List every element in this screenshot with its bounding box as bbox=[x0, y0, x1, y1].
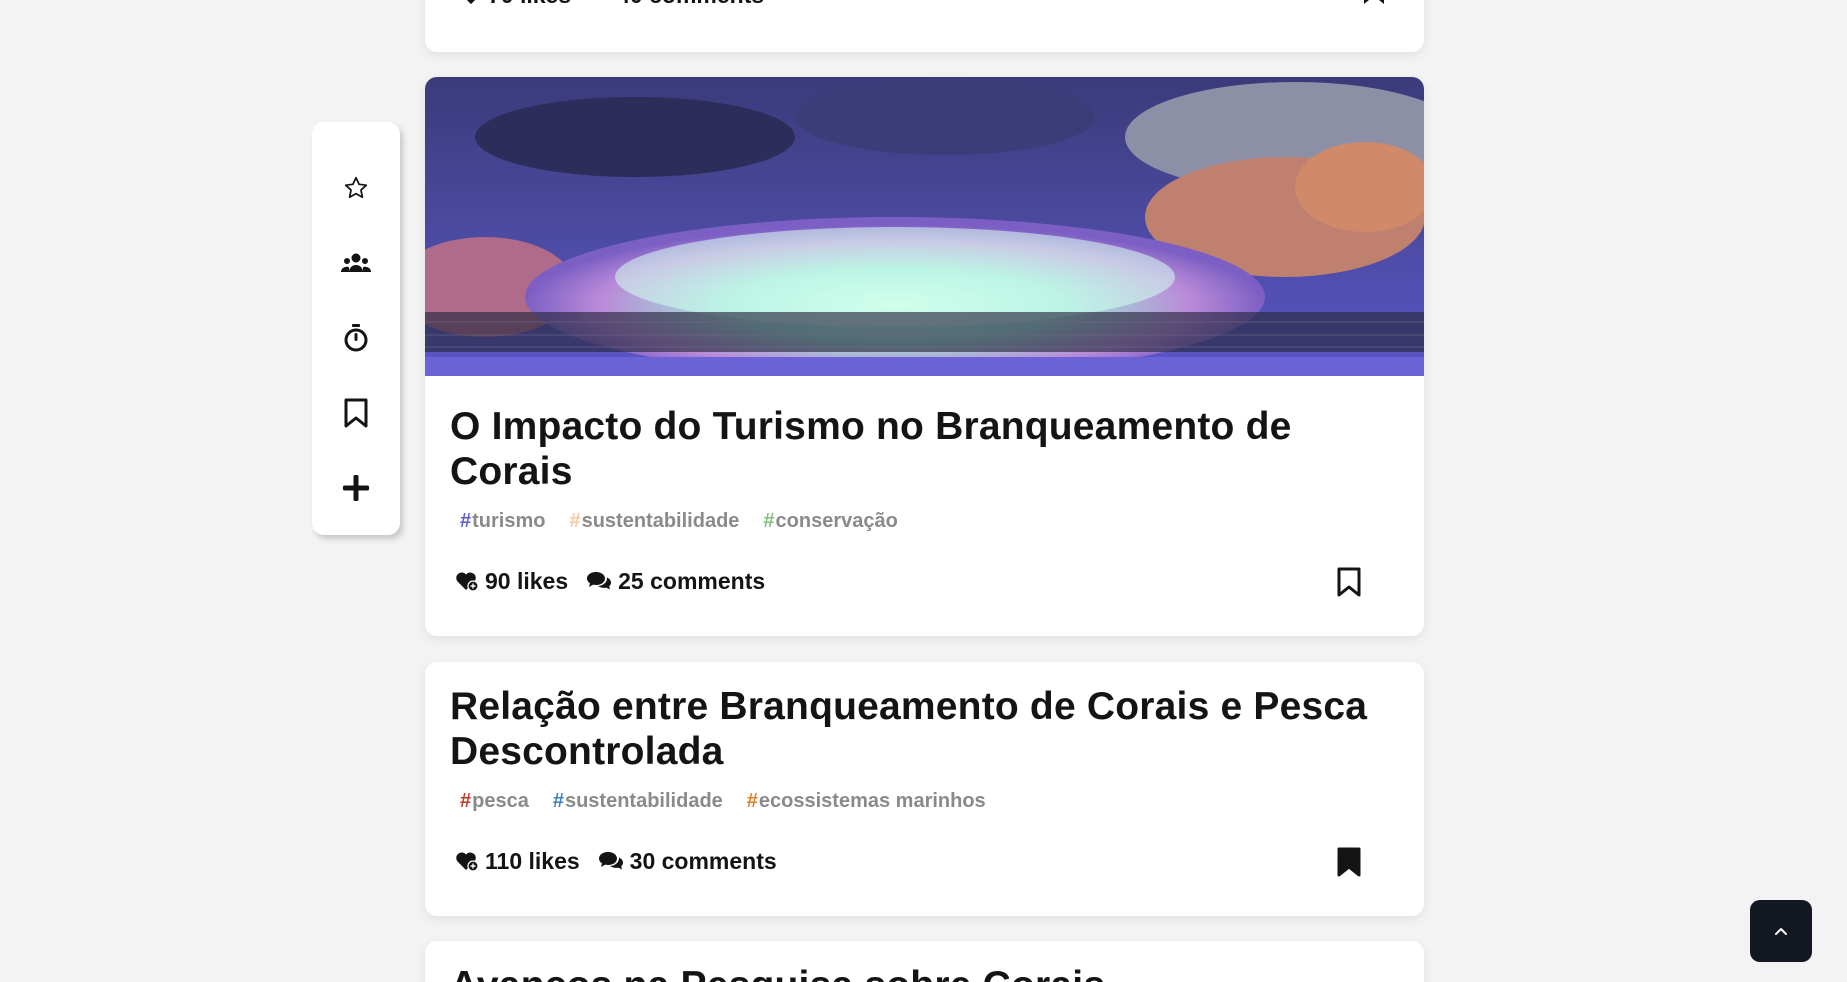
tag[interactable]: #ecossistemas marinhos bbox=[747, 790, 986, 813]
like-button[interactable]: 110 likes bbox=[455, 848, 580, 875]
quick-actions-sidebar bbox=[312, 122, 400, 535]
tag[interactable]: #pesca bbox=[460, 790, 529, 813]
likes-count: 90 likes bbox=[485, 567, 569, 594]
saved-button[interactable] bbox=[328, 385, 384, 441]
coral-reef-image bbox=[425, 77, 1424, 376]
star-icon bbox=[344, 176, 368, 199]
bookmark-button[interactable] bbox=[1334, 565, 1364, 599]
comments-count: 25 comments bbox=[618, 567, 766, 594]
comments-button[interactable]: 40 comments bbox=[589, 0, 764, 9]
timer-icon bbox=[344, 324, 368, 352]
favorites-button[interactable] bbox=[328, 160, 384, 216]
tag[interactable]: #sustentabilidade bbox=[569, 510, 739, 533]
post-actions: 90 likes 25 comments bbox=[455, 563, 1399, 599]
comments-button[interactable]: 25 comments bbox=[586, 568, 765, 595]
post-card[interactable]: O Impacto do Turismo no Branqueamento de… bbox=[425, 77, 1424, 636]
recent-button[interactable] bbox=[328, 310, 384, 366]
comments-icon bbox=[598, 852, 623, 870]
comments-count: 40 comments bbox=[617, 0, 764, 9]
create-button[interactable] bbox=[328, 460, 384, 516]
like-button[interactable]: 70 likes bbox=[460, 0, 571, 9]
comments-count: 30 comments bbox=[629, 847, 777, 874]
community-button[interactable] bbox=[328, 235, 384, 291]
post-card[interactable]: Avanços na Pesquisa sobre Corais bbox=[425, 941, 1424, 982]
plus-icon bbox=[343, 475, 369, 501]
comments-icon bbox=[587, 572, 612, 590]
post-actions: 110 likes 30 comments bbox=[455, 843, 1399, 879]
bookmark-outline-icon bbox=[1337, 567, 1361, 597]
tag-list: #pesca #sustentabilidade #ecossistemas m… bbox=[460, 790, 1399, 813]
heart-plus-icon bbox=[456, 572, 479, 592]
comments-button[interactable]: 30 comments bbox=[598, 848, 777, 875]
post-card-previous: 70 likes 40 comments bbox=[425, 0, 1424, 52]
scroll-to-top-button[interactable] bbox=[1750, 900, 1812, 962]
tag-list: #turismo #sustentabilidade #conservação bbox=[460, 510, 1399, 533]
likes-count: 110 likes bbox=[485, 847, 580, 874]
heart-icon bbox=[466, 0, 476, 5]
bookmark-icon bbox=[344, 398, 368, 428]
tag[interactable]: #turismo bbox=[460, 510, 545, 533]
group-icon bbox=[340, 253, 372, 272]
heart-plus-icon bbox=[456, 852, 479, 872]
tag[interactable]: #conservação bbox=[763, 510, 897, 533]
post-title[interactable]: O Impacto do Turismo no Branqueamento de… bbox=[450, 404, 1399, 494]
bookmark-button[interactable] bbox=[1359, 0, 1389, 8]
comments-icon bbox=[589, 0, 611, 5]
like-button[interactable]: 90 likes bbox=[455, 568, 568, 595]
bookmark-button[interactable] bbox=[1334, 845, 1364, 879]
chevron-up-icon bbox=[1775, 928, 1787, 935]
bookmark-filled-icon bbox=[1337, 847, 1361, 877]
likes-count: 70 likes bbox=[488, 0, 571, 9]
post-title[interactable]: Relação entre Branqueamento de Corais e … bbox=[450, 684, 1399, 774]
post-title[interactable]: Avanços na Pesquisa sobre Corais bbox=[450, 963, 1399, 982]
tag[interactable]: #sustentabilidade bbox=[553, 790, 723, 813]
post-card[interactable]: Relação entre Branqueamento de Corais e … bbox=[425, 662, 1424, 916]
bookmark-filled-icon bbox=[1364, 0, 1384, 4]
